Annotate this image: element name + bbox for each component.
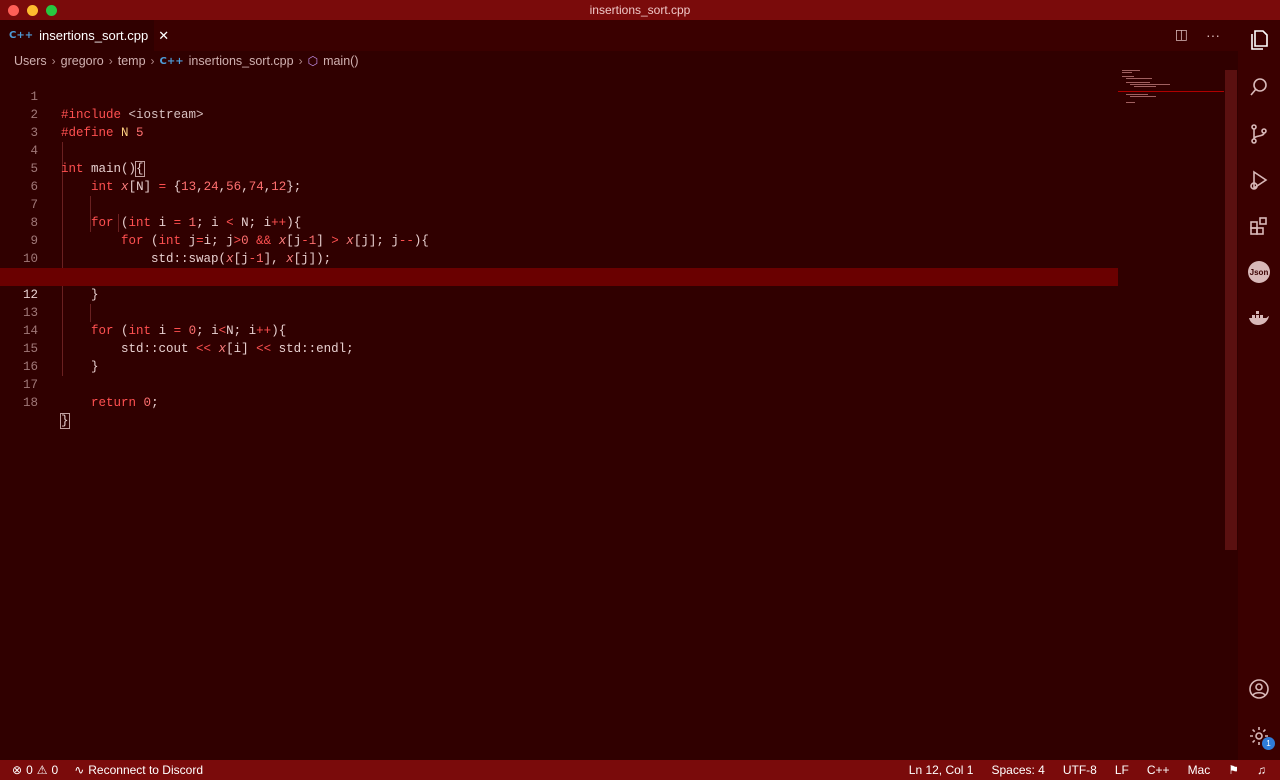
code-line: 2 #define N 5 xyxy=(0,88,1118,140)
platform-indicator[interactable]: Mac xyxy=(1188,763,1211,777)
window-title: insertions_sort.cpp xyxy=(589,3,691,17)
tab-insertions-sort[interactable]: C++ insertions_sort.cpp ✕ xyxy=(0,20,169,51)
method-symbol-icon: ⬡ xyxy=(307,54,319,68)
chevron-right-icon: › xyxy=(108,54,113,68)
chevron-right-icon: › xyxy=(51,54,56,68)
more-actions-icon[interactable]: ··· xyxy=(1206,27,1220,43)
docker-icon[interactable] xyxy=(1245,304,1273,332)
cpp-file-icon: C++ xyxy=(159,55,184,67)
json-label: Json xyxy=(1248,261,1270,283)
code-line: 1 #include <iostream> xyxy=(0,70,1118,122)
pulse-icon: ∿ xyxy=(74,763,85,777)
tab-label: insertions_sort.cpp xyxy=(39,28,149,43)
line-number: 18 xyxy=(22,396,38,410)
close-window-button[interactable] xyxy=(8,5,19,16)
code-line: 4 int main(){ xyxy=(0,124,1118,177)
status-bar: ⊗ 0 ⚠ 0 ∿ Reconnect to Discord Ln 12, Co… xyxy=(0,760,1280,780)
title-bar: insertions_sort.cpp xyxy=(0,0,1280,20)
explorer-icon[interactable] xyxy=(1245,26,1273,54)
manage-gear-icon[interactable]: 1 xyxy=(1245,722,1275,750)
current-line-highlight: 12 xyxy=(0,268,1118,302)
minimap-line xyxy=(1130,84,1170,85)
indentation-setting[interactable]: Spaces: 4 xyxy=(991,763,1044,777)
minimap-line xyxy=(1126,102,1135,103)
minimap-line xyxy=(1126,82,1150,83)
editor-actions: ◫ ··· xyxy=(1175,26,1220,43)
error-count: 0 xyxy=(26,763,33,777)
encoding-setting[interactable]: UTF-8 xyxy=(1063,763,1097,777)
code-line: 7 for (int i = 1; i < N; i++){ xyxy=(0,178,1118,230)
feedback-icon[interactable]: ⚑ xyxy=(1228,763,1239,777)
code-token: 0 xyxy=(143,396,152,410)
minimap-line xyxy=(1122,70,1140,71)
account-icon[interactable] xyxy=(1245,675,1273,703)
code-line: 3 xyxy=(0,106,1118,140)
minimap-line xyxy=(1126,94,1148,95)
vertical-scrollbar[interactable] xyxy=(1225,70,1237,550)
breadcrumb-item-users[interactable]: Users xyxy=(14,54,47,68)
window-controls xyxy=(8,5,57,16)
discord-label: Reconnect to Discord xyxy=(88,763,203,777)
code-line: 18 } xyxy=(0,376,1118,429)
maximize-window-button[interactable] xyxy=(46,5,57,16)
code-line: 10 } xyxy=(0,232,1118,284)
chevron-right-icon: › xyxy=(298,54,303,68)
warning-count: 0 xyxy=(51,763,59,777)
code-line: 13 for (int i = 0; i<N; i++){ xyxy=(0,286,1118,338)
code-token: ; xyxy=(151,396,159,410)
activity-bar: Json 1 xyxy=(1238,20,1280,760)
matching-bracket: } xyxy=(60,413,70,429)
minimap-line xyxy=(1134,86,1156,87)
minimize-window-button[interactable] xyxy=(27,5,38,16)
code-line: 5 int x[N] = {13,24,56,74,12}; xyxy=(0,142,1118,194)
code-line: 11 } xyxy=(0,250,1118,302)
eol-setting[interactable]: LF xyxy=(1115,763,1129,777)
code-line: 16 xyxy=(0,340,1118,374)
cpp-file-icon: C++ xyxy=(9,30,34,41)
breadcrumb-item-file[interactable]: insertions_sort.cpp xyxy=(189,54,294,68)
search-icon[interactable] xyxy=(1245,73,1273,101)
code-line: 8 for (int j=i; j>0 && x[j-1] > x[j]; j-… xyxy=(0,196,1118,248)
split-editor-icon[interactable]: ◫ xyxy=(1175,26,1188,43)
close-tab-icon[interactable]: ✕ xyxy=(158,28,169,44)
warning-icon: ⚠ xyxy=(36,763,48,777)
breadcrumb-item-gregoro[interactable]: gregoro xyxy=(61,54,104,68)
code-line: 14 std::cout << x[i] << std::endl; xyxy=(0,304,1118,356)
language-mode[interactable]: C++ xyxy=(1147,763,1170,777)
problems-indicator[interactable]: ⊗ 0 ⚠ 0 xyxy=(12,763,58,777)
minimap-line xyxy=(1122,72,1132,73)
notifications-bell-icon[interactable]: ♫ xyxy=(1257,763,1266,777)
extensions-icon[interactable] xyxy=(1245,212,1273,240)
minimap-line xyxy=(1122,76,1134,77)
run-debug-icon[interactable] xyxy=(1245,166,1273,194)
discord-status[interactable]: ∿ Reconnect to Discord xyxy=(74,763,203,777)
cursor-position[interactable]: Ln 12, Col 1 xyxy=(909,763,974,777)
code-line: 9 std::swap(x[j-1], x[j]); xyxy=(0,214,1118,266)
notification-badge: 1 xyxy=(1262,737,1275,750)
source-control-icon[interactable] xyxy=(1245,120,1273,148)
tab-bar: C++ insertions_sort.cpp ✕ ◫ ··· xyxy=(0,20,1238,51)
minimap-current-line xyxy=(1118,91,1224,92)
code-editor[interactable]: 1 #include <iostream> 2 #define N 5 3 4 … xyxy=(0,70,1238,760)
breadcrumb: Users › gregoro › temp › C++ insertions_… xyxy=(14,52,358,70)
minimap[interactable] xyxy=(1118,70,1226,110)
chevron-right-icon: › xyxy=(150,54,155,68)
code-line: 15 } xyxy=(0,322,1118,374)
minimap-line xyxy=(1130,96,1156,97)
json-icon[interactable]: Json xyxy=(1245,258,1273,286)
code-line: 6 xyxy=(0,160,1118,194)
breadcrumb-item-main[interactable]: main() xyxy=(323,54,358,68)
code-line: 17 return 0; xyxy=(0,358,1118,410)
error-icon: ⊗ xyxy=(12,763,23,777)
breadcrumb-item-temp[interactable]: temp xyxy=(118,54,146,68)
minimap-line xyxy=(1126,78,1152,79)
code-token: return xyxy=(91,396,137,410)
